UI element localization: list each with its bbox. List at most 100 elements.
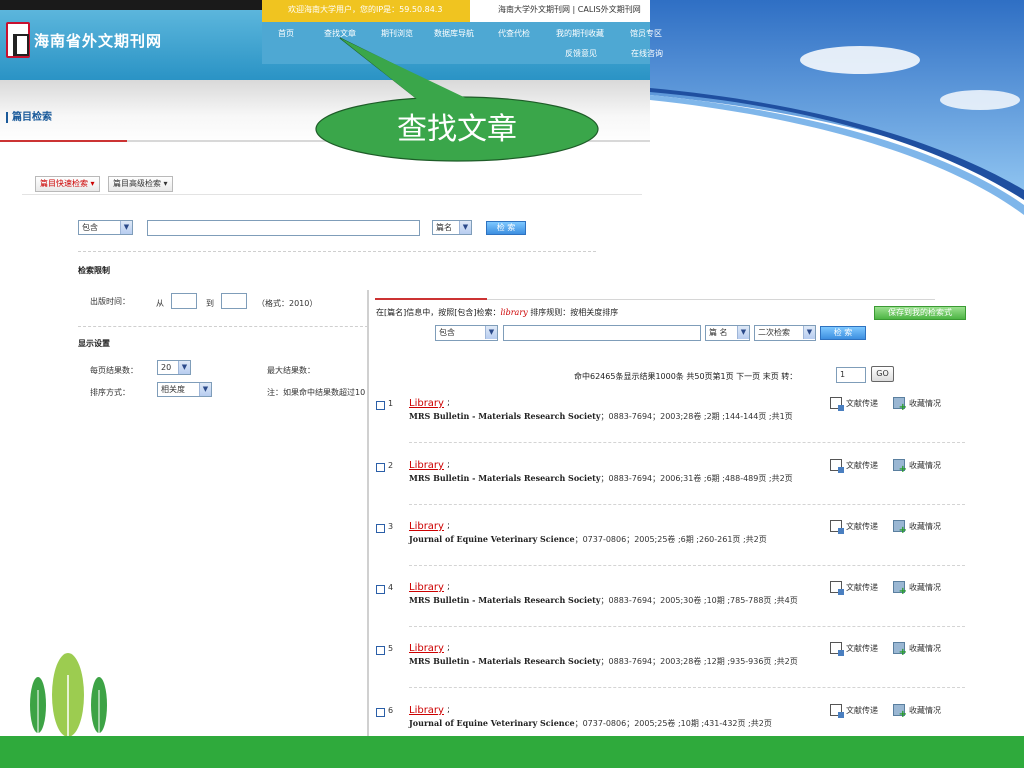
nav-online-consult[interactable]: 在线咨询 [631, 48, 663, 59]
record-title-link[interactable]: Library [409, 521, 444, 532]
add-collection-icon [893, 642, 907, 657]
to-label: 到 [206, 299, 214, 308]
select-checkbox[interactable] [376, 463, 385, 472]
cloud [800, 46, 920, 74]
tab-advanced-search[interactable]: 篇目高级检索 ▾ [108, 176, 173, 192]
nav-home[interactable]: 首页 [278, 28, 294, 39]
nav-journal-browse[interactable]: 期刊浏览 [381, 28, 413, 39]
table-row: 3 Library; Journal of Equine Veterinary Sc… [375, 519, 965, 569]
refine-match-select[interactable]: 包含 ▼ [435, 325, 498, 341]
tab-quick-search[interactable]: 篇目快速检索 ▾ [35, 176, 100, 192]
chevron-down-icon: ▼ [485, 326, 497, 339]
chevron-down-icon: ▼ [803, 326, 815, 339]
year-from-input[interactable] [171, 293, 197, 309]
nav-proxy-search[interactable]: 代查代检 [498, 28, 530, 39]
top-links[interactable]: 海南大学外文期刊网 | CALIS外文期刊网 [470, 0, 650, 22]
nav-feedback[interactable]: 反馈意见 [565, 48, 597, 59]
record-meta: Journal of Equine Veterinary Science；073… [409, 534, 767, 545]
sort-label: 排序方式： [90, 388, 130, 397]
chevron-down-icon: ▼ [459, 221, 471, 234]
document-icon [830, 397, 844, 411]
site-logo[interactable]: 海南省外文期刊网 [6, 22, 162, 58]
select-checkbox[interactable] [376, 708, 385, 717]
sort-select[interactable]: 相关度 ▼ [157, 382, 212, 397]
page-input[interactable]: 1 [836, 367, 866, 383]
refine-scope-select[interactable]: 二次检索 ▼ [754, 325, 816, 341]
refine-search-button[interactable]: 检 索 [820, 326, 866, 340]
max-results-label: 最大结果数： [267, 366, 315, 375]
save-query-button[interactable]: 保存到我的检索式 [874, 306, 966, 320]
note-text: 注：如果命中结果数超过10 [267, 388, 365, 397]
search-button[interactable]: 检 索 [486, 221, 526, 235]
record-details: ；0737-0806；2005;25卷 ;6期 ;260-261页 ;共2页 [574, 535, 767, 544]
nav-database-guide[interactable]: 数据库导航 [434, 28, 474, 39]
year-to-input[interactable] [221, 293, 247, 309]
record-number: 6 [388, 706, 394, 715]
record-title-link[interactable]: Library [409, 582, 444, 593]
record-title-link[interactable]: Library [409, 398, 444, 409]
pub-time-label: 出版时间： [90, 297, 130, 306]
doc-delivery-link[interactable]: 文献传递 [830, 520, 878, 534]
document-icon [830, 520, 844, 534]
holdings-link[interactable]: 收藏情况 [893, 520, 941, 535]
select-checkbox[interactable] [376, 401, 385, 410]
site-name: 海南省外文期刊网 [34, 31, 163, 50]
record-title-link[interactable]: Library [409, 643, 444, 654]
per-page-select[interactable]: 20 ▼ [157, 360, 191, 375]
record-journal: MRS Bulletin - Materials Research Societ… [409, 595, 601, 605]
chevron-down-icon: ▼ [737, 326, 749, 339]
record-details: ；0883-7694；2005;30卷 ;10期 ;785-788页 ;共4页 [600, 596, 798, 605]
callout-text: 查找文章 [397, 112, 517, 147]
record-journal: Journal of Equine Veterinary Science [409, 534, 575, 544]
main-nav: 首页 查找文章 期刊浏览 数据库导航 代查代检 我的期刊收藏 馆员专区 反馈意见… [262, 22, 663, 64]
record-title-link[interactable]: Library [409, 460, 444, 471]
doc-delivery-link[interactable]: 文献传递 [830, 397, 878, 411]
chevron-down-icon: ▼ [178, 361, 190, 374]
document-icon [830, 459, 844, 473]
select-checkbox[interactable] [376, 646, 385, 655]
nav-find-article[interactable]: 查找文章 [324, 28, 356, 39]
refine-search-input[interactable] [503, 325, 701, 341]
table-row: 1 Library; MRS Bulletin - Materials Resear… [375, 396, 965, 446]
table-row: 2 Library; MRS Bulletin - Materials Resear… [375, 458, 965, 508]
doc-delivery-link[interactable]: 文献传递 [830, 459, 878, 473]
refine-field-select[interactable]: 篇 名 ▼ [705, 325, 750, 341]
match-select[interactable]: 包含 ▼ [78, 220, 133, 235]
field-select[interactable]: 篇名 ▼ [432, 220, 472, 235]
nav-librarian[interactable]: 馆员专区 [630, 28, 662, 39]
welcome-text: 欢迎海南大学用户，您的IP是：59.50.84.3 [262, 0, 470, 22]
paging-info[interactable]: 命中62465条显示结果1000条 共50页第1页 下一页 末页 转： [574, 371, 797, 382]
select-checkbox[interactable] [376, 585, 385, 594]
chevron-down-icon: ▼ [120, 221, 132, 234]
table-row: 6 Library; Journal of Equine Veterinary Sc… [375, 703, 965, 753]
document-icon [830, 704, 844, 718]
add-collection-icon [893, 459, 907, 474]
document-icon [830, 642, 844, 656]
record-meta: Journal of Equine Veterinary Science；073… [409, 718, 772, 729]
record-number: 4 [388, 583, 394, 592]
doc-delivery-link[interactable]: 文献传递 [830, 581, 878, 595]
holdings-link[interactable]: 收藏情况 [893, 642, 941, 657]
select-checkbox[interactable] [376, 524, 385, 533]
nav-my-collections[interactable]: 我的期刊收藏 [556, 28, 604, 39]
record-journal: MRS Bulletin - Materials Research Societ… [409, 411, 601, 421]
doc-delivery-link[interactable]: 文献传递 [830, 704, 878, 718]
record-meta: MRS Bulletin - Materials Research Societ… [409, 473, 793, 484]
add-collection-icon [893, 397, 907, 412]
display-title: 显示设置 [78, 339, 110, 348]
holdings-link[interactable]: 收藏情况 [893, 459, 941, 474]
from-label: 从 [156, 299, 164, 308]
section-title: 篇目检索 [6, 112, 52, 123]
query-keyword: library [500, 308, 528, 317]
holdings-link[interactable]: 收藏情况 [893, 581, 941, 596]
doc-delivery-link[interactable]: 文献传递 [830, 642, 878, 656]
record-journal: Journal of Equine Veterinary Science [409, 718, 575, 728]
record-number: 2 [388, 461, 394, 470]
record-title-link[interactable]: Library [409, 705, 444, 716]
search-input[interactable] [147, 220, 420, 236]
per-page-label: 每页结果数： [90, 366, 138, 375]
holdings-link[interactable]: 收藏情况 [893, 397, 941, 412]
record-journal: MRS Bulletin - Materials Research Societ… [409, 656, 601, 666]
holdings-link[interactable]: 收藏情况 [893, 704, 941, 719]
go-button[interactable]: GO [871, 366, 894, 382]
